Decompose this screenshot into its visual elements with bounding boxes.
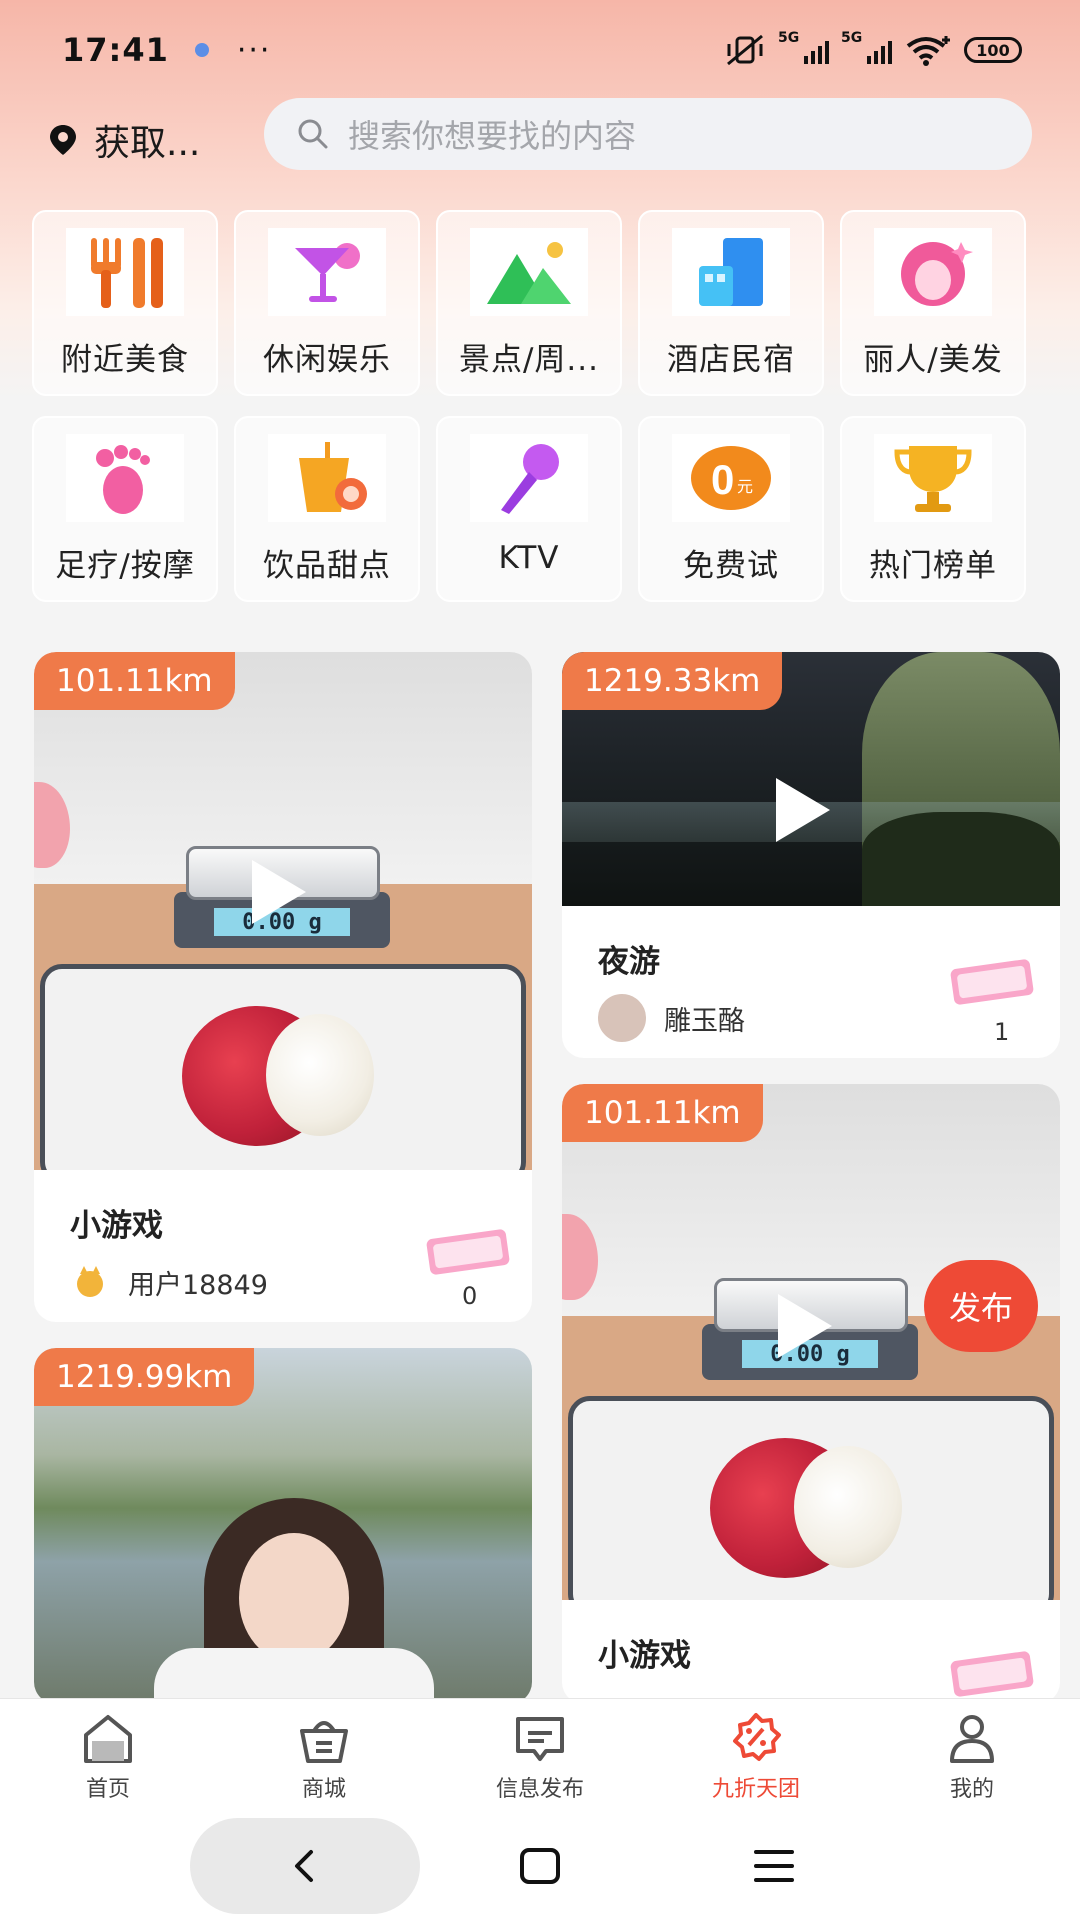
mountain-icon bbox=[470, 228, 588, 316]
cutlery-icon bbox=[66, 228, 184, 316]
battery-icon: 100 bbox=[964, 37, 1022, 63]
popularity-ticket-icon[interactable] bbox=[946, 956, 1038, 1008]
tab-profile[interactable]: 我的 bbox=[864, 1699, 1080, 1810]
building-icon bbox=[672, 228, 790, 316]
trophy-icon bbox=[874, 434, 992, 522]
discount-badge-icon bbox=[733, 1713, 781, 1761]
location-pin-icon bbox=[50, 125, 76, 155]
play-icon[interactable] bbox=[778, 1294, 832, 1358]
category-label: 足疗/按摩 bbox=[55, 548, 195, 584]
card-title: 小游戏 bbox=[70, 1208, 163, 1244]
back-arrow-icon bbox=[295, 1850, 313, 1882]
author-name: 雕玉酪 bbox=[664, 1005, 745, 1037]
category-label: 饮品甜点 bbox=[263, 548, 391, 584]
author-name: 用户18849 bbox=[128, 1269, 268, 1301]
category-massage[interactable]: 足疗/按摩 bbox=[32, 416, 218, 602]
search-input[interactable]: 搜索你想要找的内容 bbox=[264, 98, 1032, 170]
category-label: 热门榜单 bbox=[869, 548, 997, 584]
bottom-tab-bar: 首页 商城 信息发布 九折天团 我的 bbox=[0, 1698, 1080, 1810]
signal-icon: 5G bbox=[778, 30, 829, 64]
card-title: 小游戏 bbox=[598, 1638, 691, 1674]
feed-card[interactable]: 0.00 g 101.11km 小游戏 bbox=[562, 1084, 1060, 1704]
tab-label: 九折天团 bbox=[711, 1777, 800, 1802]
category-scenic[interactable]: 景点/周... bbox=[436, 210, 622, 396]
beauty-face-icon bbox=[874, 228, 992, 316]
search-placeholder: 搜索你想要找的内容 bbox=[348, 117, 637, 155]
tab-mall[interactable]: 商城 bbox=[216, 1699, 432, 1810]
category-hot-list[interactable]: 热门榜单 bbox=[840, 416, 1026, 602]
footprint-icon bbox=[66, 434, 184, 522]
category-entertainment[interactable]: 休闲娱乐 bbox=[234, 210, 420, 396]
more-notifications-icon: ··· bbox=[236, 32, 272, 68]
category-grid: 附近美食 休闲娱乐 景点/周... 酒店民宿 丽人/美发 足疗/按摩 饮品甜点 … bbox=[32, 210, 1032, 602]
category-label: 休闲娱乐 bbox=[263, 342, 391, 378]
wifi-icon bbox=[906, 36, 950, 66]
svg-text:0: 0 bbox=[711, 456, 734, 503]
card-author[interactable]: 雕玉酪 bbox=[596, 992, 745, 1044]
feed-card[interactable]: 0.00 g 101.11km 小游戏 用户18849 0 bbox=[34, 652, 532, 1322]
mute-vibrate-icon bbox=[727, 34, 763, 66]
message-icon bbox=[516, 1717, 564, 1761]
card-author[interactable]: 用户18849 bbox=[68, 1260, 268, 1304]
category-label: 景点/周... bbox=[458, 342, 599, 378]
location-label: 获取... bbox=[94, 123, 201, 164]
location-selector[interactable]: 获取... bbox=[46, 110, 200, 170]
distance-tag: 1219.33km bbox=[562, 652, 783, 710]
popularity-count: 1 bbox=[994, 1018, 1010, 1046]
category-hotel[interactable]: 酒店民宿 bbox=[638, 210, 824, 396]
system-navigation-bar bbox=[0, 1810, 1080, 1920]
microphone-icon bbox=[470, 434, 588, 522]
tab-group-deals[interactable]: 九折天团 bbox=[648, 1699, 864, 1810]
photo-thumbnail: 1219.99km bbox=[34, 1348, 532, 1704]
feed-card[interactable]: 1219.33km 夜游 雕玉酪 1 bbox=[562, 652, 1060, 1058]
category-free-trial[interactable]: 0 元 免费试 bbox=[638, 416, 824, 602]
category-label: KTV bbox=[498, 540, 560, 576]
category-beauty[interactable]: 丽人/美发 bbox=[840, 210, 1026, 396]
svg-text:元: 元 bbox=[737, 477, 753, 496]
video-thumbnail: 1219.33km bbox=[562, 652, 1060, 906]
category-label: 免费试 bbox=[683, 548, 779, 584]
category-label: 附近美食 bbox=[61, 342, 189, 378]
popularity-count: 0 bbox=[462, 1282, 478, 1310]
popularity-ticket-icon[interactable] bbox=[422, 1226, 514, 1278]
home-icon bbox=[84, 1715, 132, 1763]
category-ktv[interactable]: KTV bbox=[436, 416, 622, 602]
tab-label: 信息发布 bbox=[495, 1777, 584, 1802]
cocktail-icon bbox=[268, 228, 386, 316]
avatar bbox=[68, 1260, 112, 1304]
popularity-ticket-icon[interactable] bbox=[946, 1648, 1038, 1700]
tab-home[interactable]: 首页 bbox=[0, 1699, 216, 1810]
status-bar: 17:41 ··· 5G 5G 100 bbox=[0, 0, 1080, 100]
tab-label: 我的 bbox=[949, 1777, 994, 1802]
tab-label: 商城 bbox=[301, 1777, 346, 1802]
tab-post-info[interactable]: 信息发布 bbox=[432, 1699, 648, 1810]
profile-icon bbox=[950, 1715, 994, 1763]
home-square-button[interactable] bbox=[518, 1846, 562, 1886]
category-label: 酒店民宿 bbox=[667, 342, 795, 378]
status-time: 17:41 bbox=[62, 31, 169, 69]
play-icon[interactable] bbox=[776, 778, 830, 842]
card-title: 夜游 bbox=[598, 944, 660, 980]
drink-dessert-icon bbox=[268, 434, 386, 522]
feed-card[interactable]: 1219.99km bbox=[34, 1348, 532, 1704]
zero-yuan-icon: 0 元 bbox=[672, 434, 790, 522]
distance-tag: 1219.99km bbox=[34, 1348, 255, 1406]
avatar bbox=[596, 992, 648, 1044]
distance-tag: 101.11km bbox=[562, 1084, 763, 1142]
category-drinks[interactable]: 饮品甜点 bbox=[234, 416, 420, 602]
shopping-basket-icon bbox=[300, 1721, 348, 1763]
publish-button[interactable]: 发布 bbox=[924, 1260, 1038, 1352]
tab-label: 首页 bbox=[85, 1777, 130, 1802]
location-indicator-icon bbox=[194, 43, 209, 57]
signal-icon: 5G bbox=[841, 30, 892, 64]
category-food[interactable]: 附近美食 bbox=[32, 210, 218, 396]
video-thumbnail: 0.00 g 101.11km bbox=[34, 652, 532, 1170]
search-icon bbox=[298, 119, 328, 149]
menu-button[interactable] bbox=[752, 1846, 796, 1886]
distance-tag: 101.11km bbox=[34, 652, 235, 710]
back-button[interactable] bbox=[190, 1818, 420, 1914]
play-icon[interactable] bbox=[252, 860, 306, 924]
category-label: 丽人/美发 bbox=[863, 342, 1003, 378]
